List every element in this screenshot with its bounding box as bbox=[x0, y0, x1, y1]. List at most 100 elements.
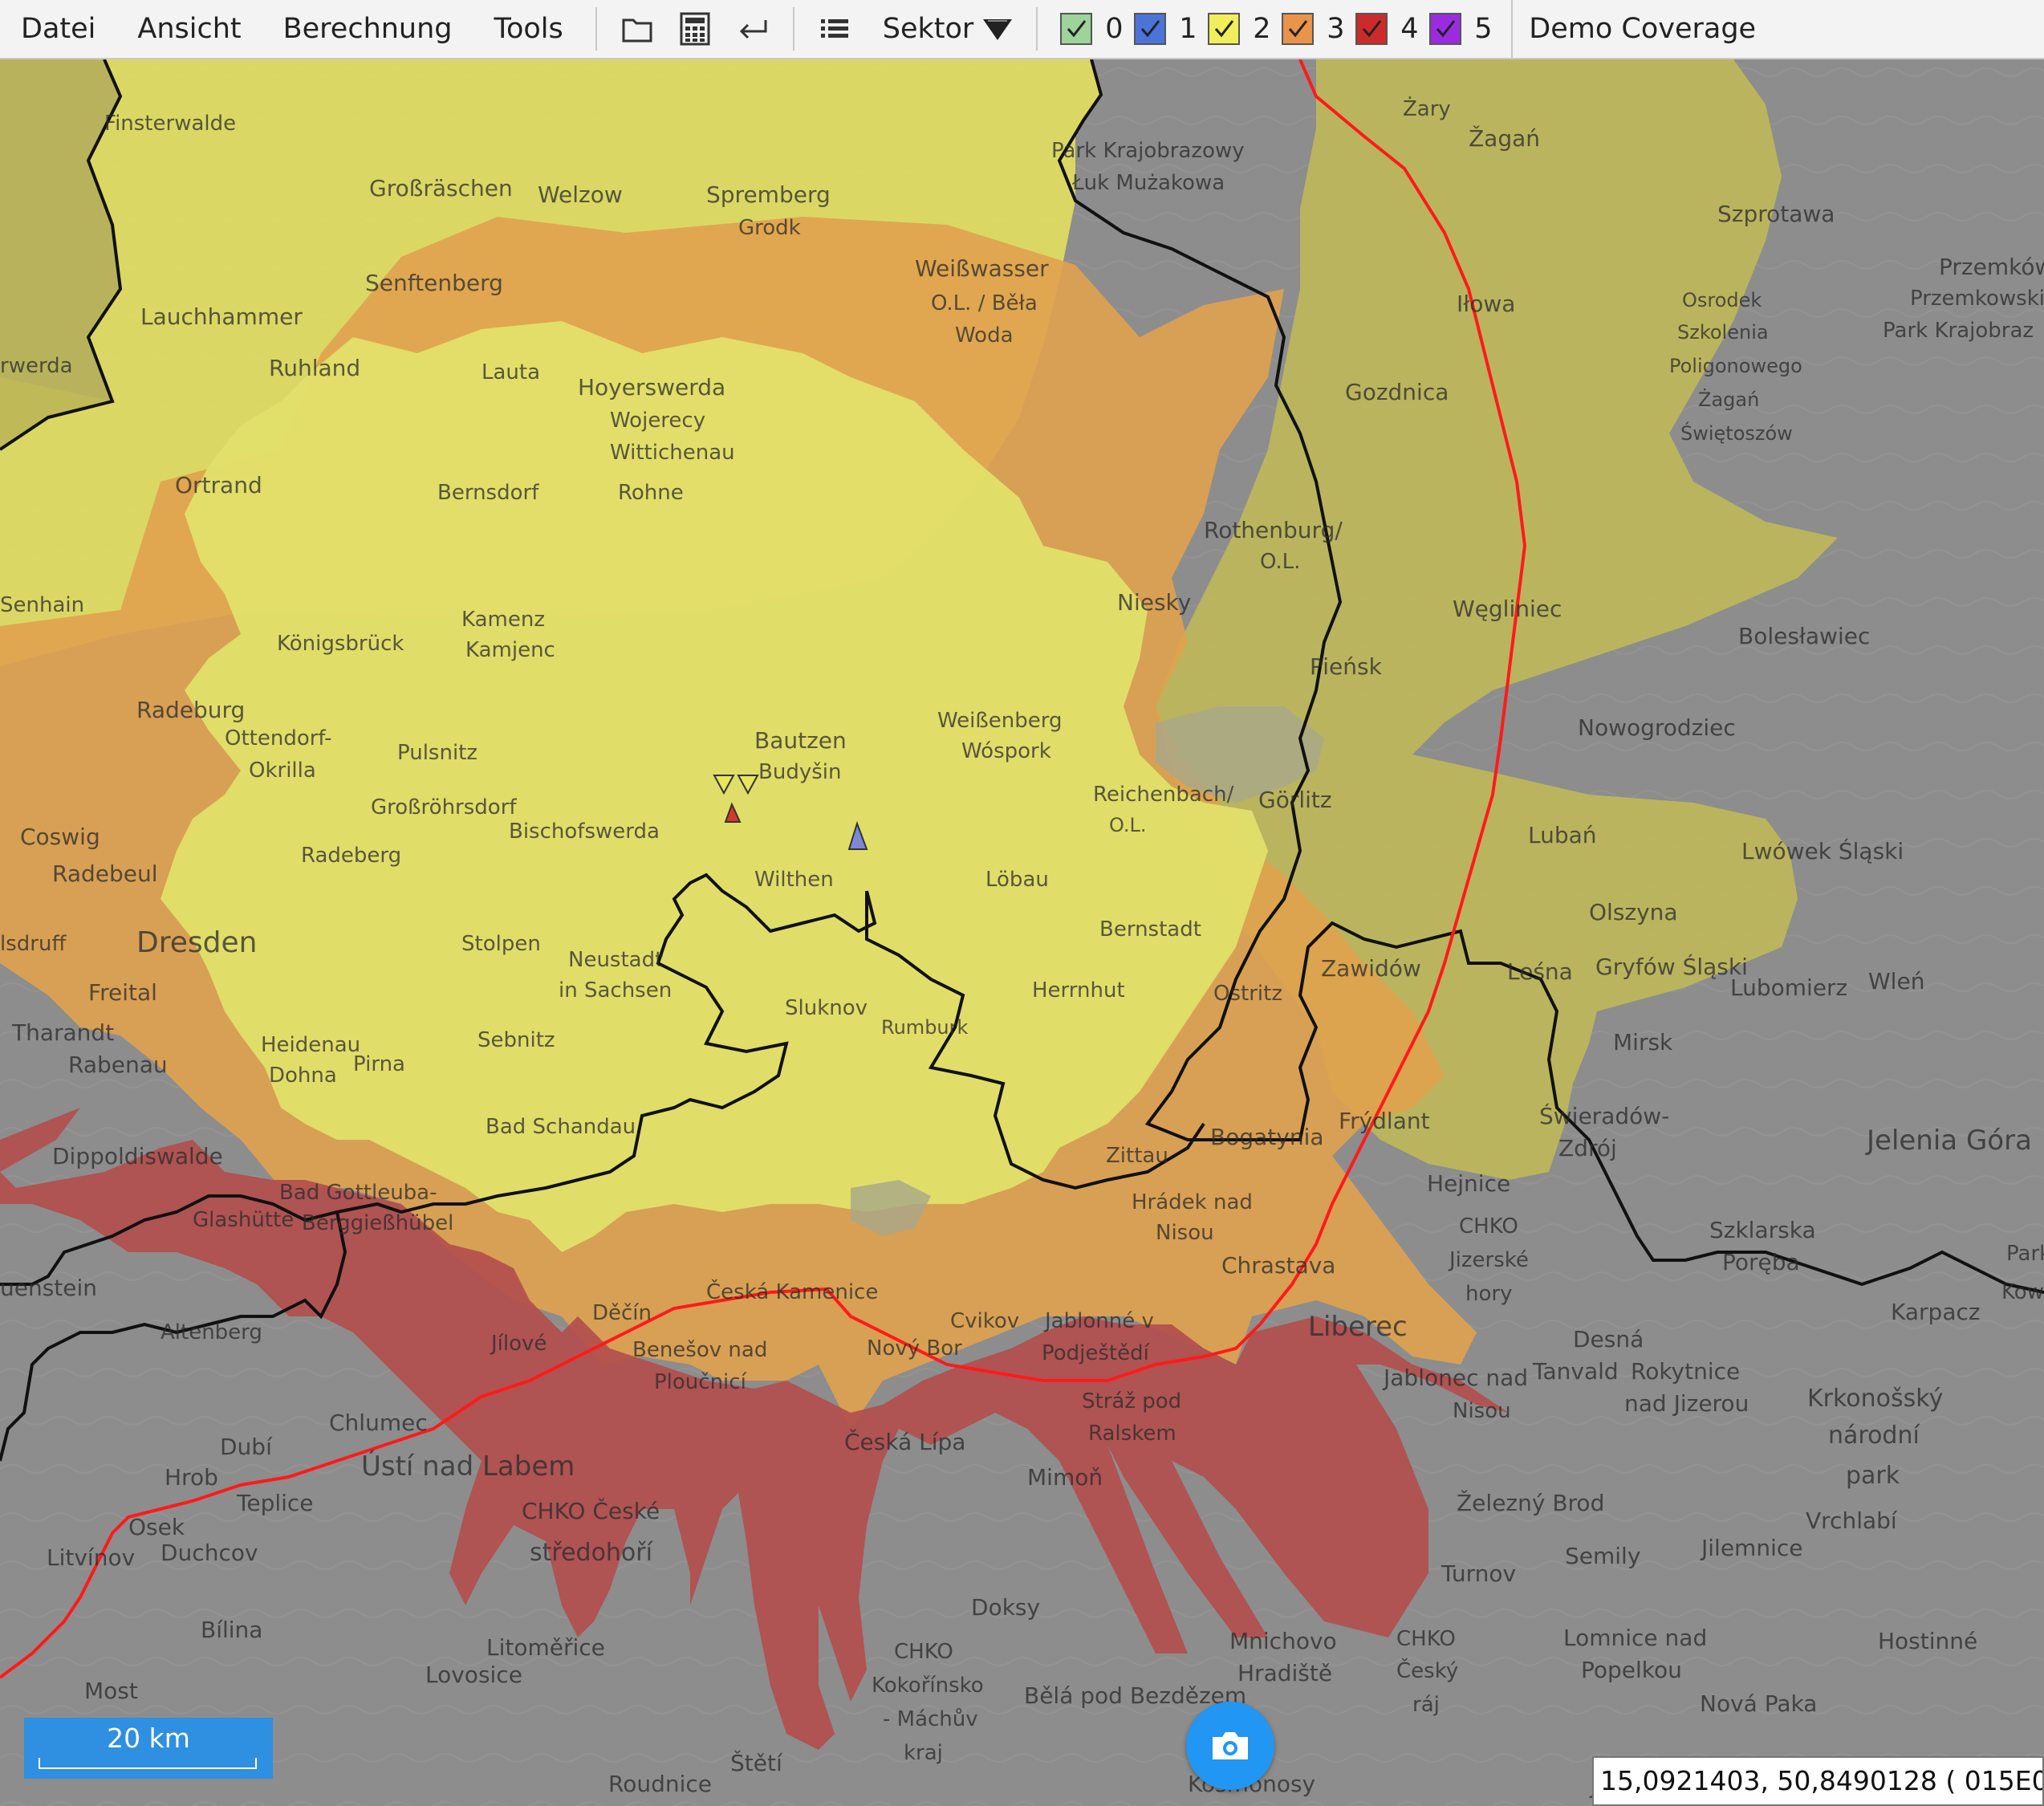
place-label: Spremberg bbox=[706, 181, 831, 208]
place-label: Desná bbox=[1573, 1326, 1644, 1352]
place-label: CHKO bbox=[1396, 1627, 1456, 1651]
place-label: Kamenz bbox=[461, 608, 545, 632]
checkmark-icon bbox=[1289, 20, 1308, 38]
place-label: Železný Brod bbox=[1457, 1489, 1604, 1516]
place-label: Grodk bbox=[738, 216, 801, 240]
map-view[interactable]: Finsterwalde Großräschen Welzow Spremberg Gr… bbox=[0, 59, 2044, 1806]
level-checkbox-2[interactable] bbox=[1208, 13, 1241, 45]
place-label: Ploučnicí bbox=[654, 1370, 747, 1394]
place-label: Jablonné v bbox=[1043, 1309, 1154, 1333]
place-label: Weißenberg bbox=[937, 709, 1063, 733]
menu-ansicht[interactable]: Ansicht bbox=[116, 0, 262, 59]
place-label: Osrodek bbox=[1682, 289, 1762, 311]
level-checkbox-4[interactable] bbox=[1355, 13, 1388, 45]
place-label: Park Krajobraz bbox=[1883, 319, 2034, 343]
place-label: Lovosice bbox=[425, 1662, 522, 1688]
place-label: Finsterwalde bbox=[104, 112, 236, 136]
place-label: Tanvald bbox=[1532, 1358, 1619, 1385]
coverage-name[interactable]: Demo Coverage bbox=[1511, 0, 1772, 59]
place-label: Dippoldiswalde bbox=[52, 1143, 223, 1169]
level-checkbox-0[interactable] bbox=[1060, 13, 1093, 45]
level-checkbox-3[interactable] bbox=[1282, 13, 1315, 45]
place-label: Liberec bbox=[1308, 1311, 1408, 1343]
place-label: Altenberg bbox=[161, 1320, 262, 1344]
place-label: Dubí bbox=[220, 1434, 273, 1460]
level-label: 1 bbox=[1179, 13, 1197, 45]
sector-dropdown[interactable]: Sektor bbox=[864, 13, 1026, 45]
checkmark-icon bbox=[1067, 20, 1087, 38]
calculator-button[interactable] bbox=[666, 0, 724, 59]
place-label: hory bbox=[1465, 1282, 1512, 1306]
screenshot-button[interactable] bbox=[1186, 1702, 1274, 1790]
place-label: Jablonec nad bbox=[1382, 1365, 1528, 1391]
place-label: Zawidów bbox=[1321, 955, 1421, 982]
place-label: in Sachsen bbox=[559, 978, 672, 1003]
place-label: Großröhrsdorf bbox=[371, 795, 517, 820]
place-label: Pieńsk bbox=[1310, 653, 1383, 680]
place-label: O.L. bbox=[1260, 550, 1300, 574]
place-label: Königsbrück bbox=[277, 632, 404, 656]
place-label: Reichenbach/ bbox=[1093, 783, 1234, 807]
coverage-olive-west bbox=[0, 59, 120, 449]
undo-button[interactable] bbox=[724, 0, 782, 59]
scale-label: 20 km bbox=[107, 1723, 190, 1754]
open-button[interactable] bbox=[608, 0, 666, 59]
place-label: Szklarska bbox=[1709, 1217, 1816, 1243]
menu-tools[interactable]: Tools bbox=[473, 0, 584, 59]
place-label: Görlitz bbox=[1258, 787, 1332, 813]
place-label: Bautzen bbox=[754, 727, 847, 754]
place-label: Podještědí bbox=[1042, 1341, 1150, 1365]
place-label: Hradiště bbox=[1237, 1660, 1332, 1686]
place-label: nad Labem bbox=[602, 1803, 728, 1806]
place-label: Doksy bbox=[971, 1594, 1040, 1621]
place-label: Mnichovo bbox=[1229, 1628, 1337, 1654]
place-label: - Máchův bbox=[883, 1707, 978, 1731]
place-label: Bernsdorf bbox=[437, 481, 539, 505]
place-label: Pirna bbox=[353, 1052, 405, 1076]
place-label: Lomnice nad bbox=[1563, 1625, 1707, 1651]
checkmark-icon bbox=[1363, 20, 1382, 38]
place-label: Wilthen bbox=[754, 868, 834, 892]
place-label: Dresden bbox=[136, 926, 257, 959]
sector-label: Sektor bbox=[882, 13, 974, 45]
place-label: Bolesławiec bbox=[1738, 623, 1870, 649]
place-label: Poligonowego bbox=[1669, 355, 1802, 377]
place-label: Turnov bbox=[1441, 1560, 1516, 1587]
level-checkbox-5[interactable] bbox=[1429, 13, 1462, 45]
place-label: Mirsk bbox=[1613, 1029, 1673, 1056]
list-button[interactable] bbox=[806, 0, 864, 59]
place-label: Bílina bbox=[201, 1617, 262, 1643]
place-label: Stolpen bbox=[461, 932, 541, 956]
place-label: Rokytnice bbox=[1631, 1358, 1740, 1385]
place-label: CHKO České bbox=[522, 1497, 660, 1524]
place-label: Budyšin bbox=[758, 760, 841, 784]
level-label: 3 bbox=[1327, 13, 1345, 45]
place-label: Żary bbox=[1403, 96, 1451, 121]
level-checkbox-1[interactable] bbox=[1134, 13, 1167, 45]
place-label: Löbau bbox=[985, 868, 1049, 892]
place-label: Jilemnice bbox=[1700, 1535, 1802, 1561]
place-label: Zittau bbox=[1106, 1144, 1168, 1168]
place-label: Rabenau bbox=[68, 1051, 168, 1078]
place-label: Sluknov bbox=[785, 996, 868, 1020]
place-label: Lauchhammer bbox=[140, 303, 303, 330]
place-label: Rohne bbox=[618, 481, 684, 505]
place-label: Jizerské bbox=[1448, 1248, 1529, 1272]
place-label: Niesky bbox=[1117, 589, 1191, 616]
place-label: Sebnitz bbox=[477, 1028, 555, 1052]
place-label: Cvikov bbox=[950, 1309, 1019, 1333]
place-label: Radeburg bbox=[136, 697, 245, 723]
menu-datei[interactable]: Datei bbox=[0, 0, 116, 59]
place-label: Przemkowski bbox=[1910, 287, 2044, 311]
place-label: Leśna bbox=[1507, 958, 1573, 985]
place-label: Węgliniec bbox=[1453, 596, 1562, 622]
place-label: Štětí bbox=[730, 1749, 783, 1776]
place-label: Hoyerswerda bbox=[578, 374, 725, 401]
scale-bar: 20 km bbox=[24, 1718, 273, 1779]
menu-berechnung[interactable]: Berechnung bbox=[262, 0, 473, 59]
place-label: Bernstadt bbox=[1099, 917, 1201, 942]
place-label: Pulsnitz bbox=[397, 741, 477, 765]
place-label: Tharandt bbox=[11, 1019, 114, 1046]
place-label: Jílové bbox=[490, 1332, 547, 1356]
place-label: Ottendorf- bbox=[225, 726, 332, 750]
